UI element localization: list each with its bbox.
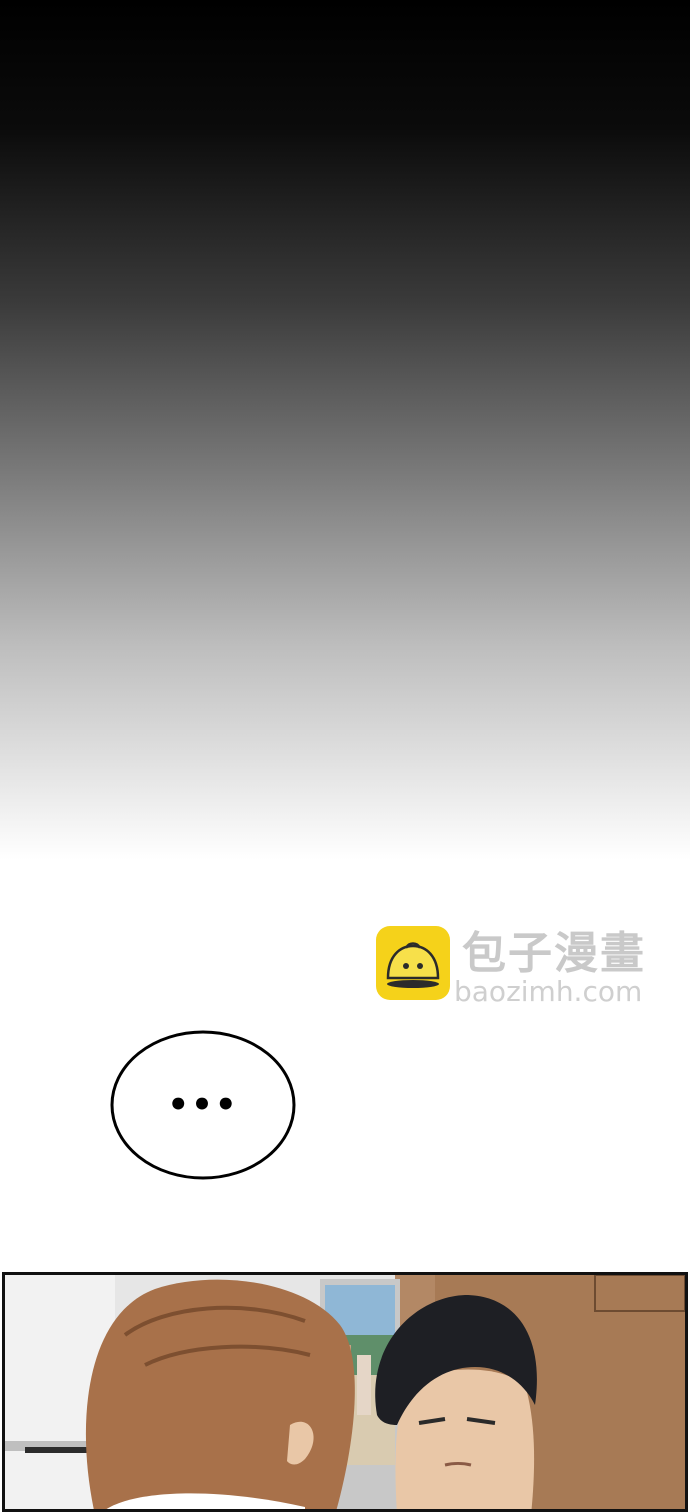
- speech-bubble-text: •••: [167, 1085, 239, 1125]
- comic-panel: [2, 1272, 688, 1512]
- watermark-brand-text: 包子漫畫: [462, 928, 646, 979]
- watermark-url: baozimh.com: [454, 975, 643, 1008]
- black-to-white-gradient: [0, 0, 690, 860]
- speech-bubble: •••: [110, 1030, 296, 1180]
- comic-panel-art: [5, 1275, 685, 1509]
- baozimh-watermark: 包子漫畫 baozimh.com: [376, 926, 676, 1008]
- bun-logo-icon: [376, 926, 450, 1000]
